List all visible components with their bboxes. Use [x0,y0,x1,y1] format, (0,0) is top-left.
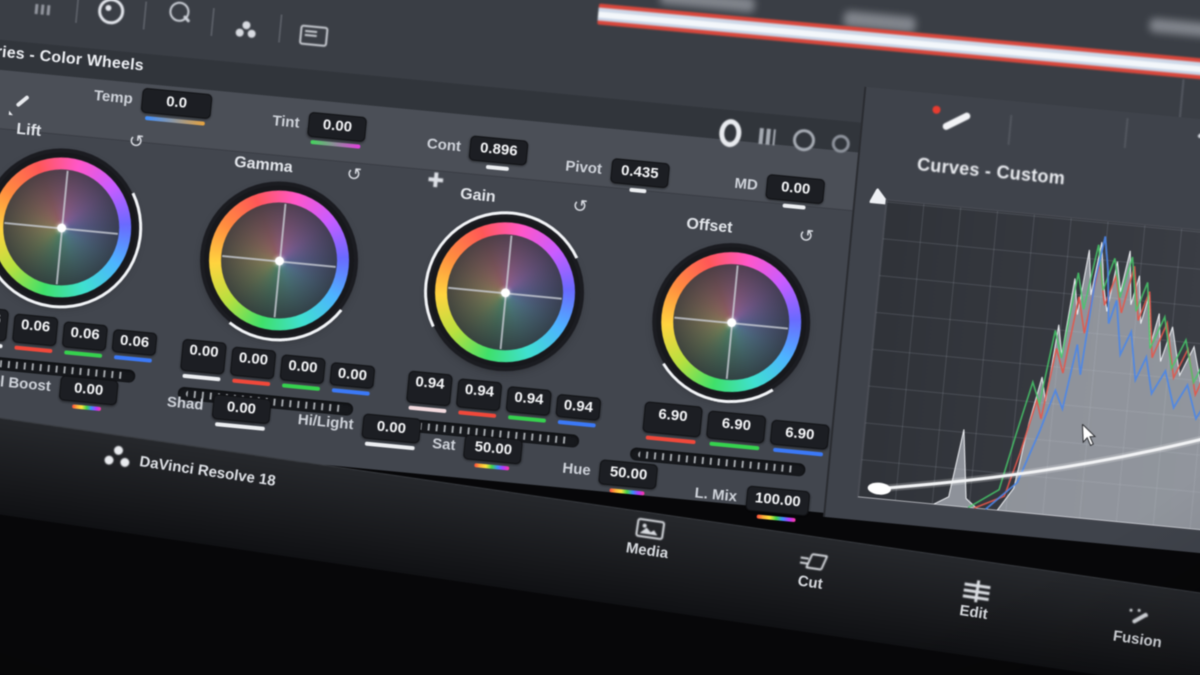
offset-r-field[interactable]: 6.90 [642,401,703,437]
gain-wheel-group: Gain ↻ 0.94 0.94 0.94 0.94 [403,179,602,448]
toolbar-divider [75,0,80,23]
reset-icon[interactable]: ↻ [798,226,815,245]
gain-color-wheel[interactable] [423,210,587,374]
reset-icon[interactable]: ↻ [346,165,363,184]
blurred-text [1149,18,1200,38]
shadows-label: Shad [166,393,204,413]
hue-value-field[interactable]: 50.00 [598,459,658,489]
offset-values: 6.90 6.90 6.90 [642,401,810,448]
offset-g-field[interactable]: 6.90 [706,410,766,443]
toolbar-divider [278,14,283,42]
lift-b-field[interactable]: 0.06 [112,329,158,356]
cut-icon [799,551,827,573]
gain-y-field[interactable]: 0.94 [406,370,453,406]
lum-mix-label: L. Mix [694,484,738,505]
gain-values: 0.94 0.94 0.94 0.94 [406,370,584,419]
photo-of-screen: ries - Color Wheels Temp 0.0 Tint 0.00 [0,0,1200,675]
reset-icon[interactable]: ↻ [128,132,145,151]
circle-mode-icon[interactable] [792,128,816,152]
offset-wheel-group: Offset ↻ 6.90 6.90 6.90 [630,209,829,477]
md-underline [782,203,805,209]
gamma-b-field[interactable]: 0.00 [329,362,375,389]
lum-mix-control: L. Mix 100.00 [693,480,810,516]
hue-label: Hue [562,460,592,480]
lift-values: 0.06 0.06 0.06 0.06 [0,306,140,355]
bars-mode-icon[interactable] [755,125,779,149]
lift-wheel-group: Lift ↻ 0.06 0.06 0.06 0.06 [0,114,159,383]
custom-curve-graph[interactable] [857,199,1200,554]
color-boost-label: Col Boost [0,371,52,395]
tab-media[interactable]: Media [609,515,686,582]
gamma-y-field[interactable]: 0.00 [180,339,227,375]
color-boost-value-field[interactable]: 0.00 [58,375,118,405]
toolbar-divider [1124,118,1129,148]
lift-label: Lift [16,121,42,141]
gain-r-field[interactable]: 0.94 [456,378,503,411]
highlights-label: Hi/Light [297,411,354,433]
lum-mix-value-field[interactable]: 100.00 [745,485,811,516]
tab-cut[interactable]: Cut [773,547,849,605]
media-icon [635,518,665,541]
gamma-values: 0.00 0.00 0.00 0.00 [180,339,358,388]
highlights-control: Hi/Light 0.00 [297,407,422,444]
edit-icon [963,580,991,602]
fusion-icon [1126,607,1154,629]
offset-label: Offset [686,215,734,237]
rgb-circles-icon[interactable] [227,11,264,48]
gain-label: Gain [459,186,496,207]
gamma-g-field[interactable]: 0.00 [280,354,326,384]
davinci-logo-icon [102,444,131,472]
luma-histogram [858,221,1200,553]
curves-panel: Curves - Custom [823,87,1200,585]
lift-color-wheel[interactable] [0,146,143,310]
card-icon[interactable] [295,17,332,54]
saturation-value-field[interactable]: 50.00 [463,434,523,464]
gamma-wheel-group: Gamma ↻ 0.00 0.00 0.00 0.00 [177,148,376,417]
luminance-arc [634,224,829,419]
luminance-arc [402,189,609,396]
gamma-color-wheel[interactable] [197,179,361,343]
temp-label: Temp [93,87,133,108]
curve-histogram-svg [858,200,1200,552]
target-icon[interactable] [93,0,130,30]
curve-endpoint [867,482,891,496]
shadows-value-field[interactable]: 0.00 [211,394,271,424]
gamma-r-field[interactable]: 0.00 [230,346,277,379]
app-version-label: DaVinci Resolve 18 [138,453,276,490]
reset-icon[interactable]: ↻ [572,196,589,215]
offset-color-wheel[interactable] [649,240,813,404]
magnifier-icon[interactable] [161,0,198,30]
tab-edit[interactable]: Edit [937,577,1012,629]
luminance-arc [189,171,368,350]
gamma-label: Gamma [233,154,293,178]
pivot-underline [629,188,647,194]
toolbar-divider [143,1,148,29]
highlights-value-field[interactable]: 0.00 [361,413,421,443]
tint-label: Tint [272,112,301,132]
gain-g-field[interactable]: 0.94 [506,386,552,416]
wheels-mode-icon[interactable] [718,121,742,145]
saturation-label: Sat [431,435,456,454]
mouse-cursor [1080,423,1099,448]
wave-icon[interactable] [24,0,61,28]
davinci-resolve-window: ries - Color Wheels Temp 0.0 Tint 0.00 [0,0,1200,675]
gain-b-field[interactable]: 0.94 [555,394,601,421]
mid-detail-label: MD [734,175,759,194]
toolbar-divider [210,8,215,36]
dot-mode-icon[interactable] [829,132,853,156]
lift-y-field[interactable]: 0.06 [0,306,9,342]
toolbar-divider [1007,115,1012,145]
lift-r-field[interactable]: 0.06 [12,313,59,346]
offset-b-field[interactable]: 6.90 [770,419,830,449]
luminance-arc [0,124,165,331]
pivot-label: Pivot [565,158,603,178]
contrast-label: Cont [426,135,462,155]
tab-fusion[interactable]: Fusion [1102,604,1177,653]
lift-g-field[interactable]: 0.06 [62,321,108,351]
